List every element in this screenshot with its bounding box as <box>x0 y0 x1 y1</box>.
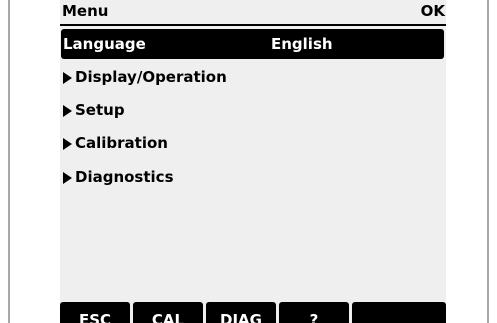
softkey-esc[interactable]: ESC <box>60 302 130 323</box>
menu-item-diagnostics[interactable]: Diagnostics <box>60 162 446 192</box>
menu-item-label: Diagnostics <box>75 168 174 186</box>
bezel-left <box>8 0 10 323</box>
menu-item-calibration[interactable]: Calibration <box>60 128 446 158</box>
menu-title: Menu <box>62 2 109 20</box>
ok-button[interactable]: OK <box>421 2 445 20</box>
bezel-right <box>487 0 489 323</box>
triangle-right-icon <box>63 72 72 84</box>
softkey-cal[interactable]: CAL <box>133 302 203 323</box>
triangle-right-icon <box>63 105 72 117</box>
menu-item-setup[interactable]: Setup <box>60 95 446 125</box>
device-frame: Menu OK Language English Display/Operati… <box>0 0 497 323</box>
triangle-right-icon <box>63 138 72 150</box>
language-value: English <box>271 35 333 53</box>
menu-item-label: Setup <box>75 101 125 119</box>
language-label: Language <box>63 35 146 53</box>
menu-item-label: Display/Operation <box>75 68 227 86</box>
menu-item-label: Calibration <box>75 134 168 152</box>
title-bar: Menu OK <box>60 0 446 26</box>
menu-item-language[interactable]: Language English <box>61 29 444 59</box>
softkey-diag[interactable]: DIAG <box>206 302 276 323</box>
display-screen: Menu OK Language English Display/Operati… <box>60 0 446 323</box>
softkey-bar: ESC CAL DIAG ? <box>60 302 446 323</box>
menu-item-display-operation[interactable]: Display/Operation <box>60 62 446 92</box>
softkey-help[interactable]: ? <box>279 302 349 323</box>
triangle-right-icon <box>63 172 72 184</box>
softkey-blank[interactable] <box>352 302 446 323</box>
